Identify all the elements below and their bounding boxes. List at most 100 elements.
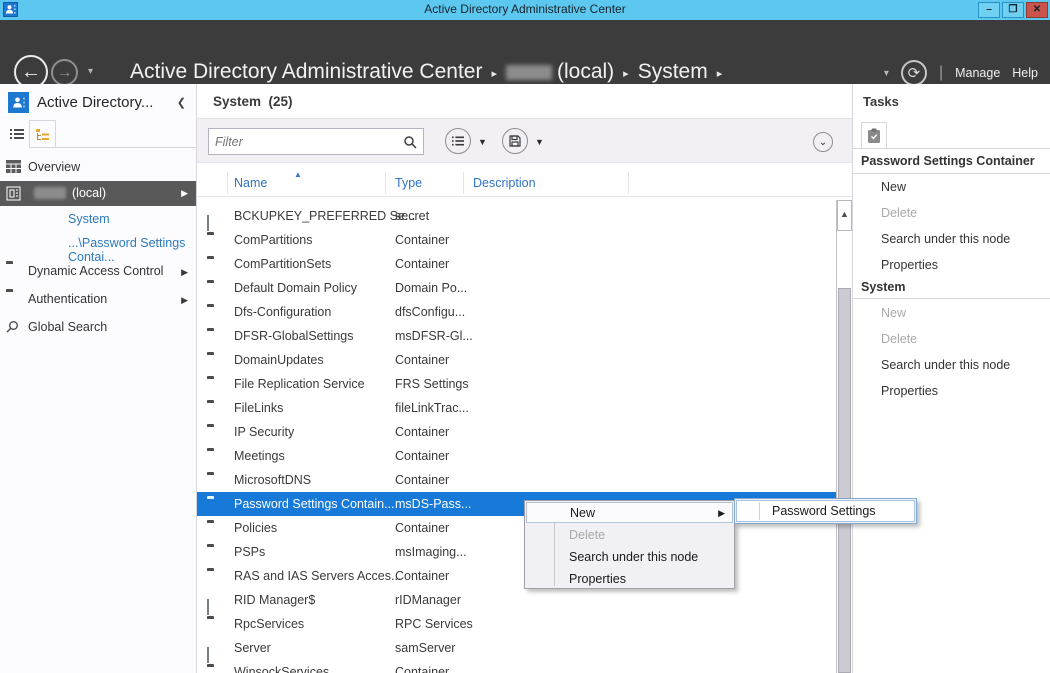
table-row[interactable]: MeetingsContainer <box>197 444 852 468</box>
list-view-tab[interactable] <box>6 123 28 145</box>
context-menu: New ▶ Delete Search under this node Prop… <box>524 500 735 589</box>
table-row[interactable]: MicrosoftDNSContainer <box>197 468 852 492</box>
submenu-arrow-icon: ▶ <box>718 503 725 523</box>
save-query-caret-icon[interactable]: ▼ <box>535 137 544 147</box>
task-system-new: New <box>881 306 906 320</box>
sidebar-title: Active Directory... <box>37 94 153 111</box>
submenu-item-password-settings[interactable]: Password Settings <box>736 500 915 522</box>
sidebar-item-label: Dynamic Access Control <box>28 258 163 284</box>
forward-button[interactable]: → <box>51 59 78 86</box>
view-options-caret-icon[interactable]: ▼ <box>478 137 487 147</box>
context-menu-item-properties[interactable]: Properties <box>526 568 733 590</box>
sidebar-item-label: Overview <box>28 154 80 180</box>
sidebar-item-authentication[interactable]: Authentication ▶ <box>0 286 196 312</box>
window-title: Active Directory Administrative Center <box>0 2 1050 16</box>
breadcrumb-separator-icon: ▸ <box>491 67 497 80</box>
help-menu[interactable]: Help <box>1012 66 1038 80</box>
context-submenu: Password Settings <box>734 498 917 524</box>
vertical-scrollbar[interactable]: ▲ <box>836 200 852 673</box>
context-menu-item-delete: Delete <box>526 524 733 546</box>
tabs-divider <box>29 147 196 148</box>
task-system-search[interactable]: Search under this node <box>881 358 1010 372</box>
scrollbar-thumb[interactable] <box>838 288 851 673</box>
expand-arrow-icon[interactable]: ▶ <box>181 181 188 206</box>
object-list: BCKUPKEY_PREFERRED Se...secret ComPartit… <box>197 204 852 673</box>
redacted-domain-name <box>506 65 552 80</box>
active-directory-icon <box>8 92 29 113</box>
table-row[interactable]: File Replication ServiceFRS Settings <box>197 372 852 396</box>
navigation-sidebar: Active Directory... ❮ Overview (local) ▶ <box>0 84 197 673</box>
breadcrumb-separator-icon: ▸ <box>623 67 629 80</box>
tree-view-tab[interactable] <box>29 120 56 148</box>
breadcrumb-node[interactable]: System <box>638 60 708 84</box>
history-dropdown-icon[interactable]: ▾ <box>88 66 93 77</box>
table-row[interactable]: RID Manager$rIDManager <box>197 588 852 612</box>
domain-icon <box>6 186 21 201</box>
task-psc-search[interactable]: Search under this node <box>881 232 1010 246</box>
context-menu-item-new[interactable]: New ▶ <box>526 502 733 523</box>
task-system-delete: Delete <box>881 332 917 346</box>
menu-gutter-divider <box>759 502 760 520</box>
table-row[interactable]: ServersamServer <box>197 636 852 660</box>
title-bar: Active Directory Administrative Center –… <box>0 0 1050 20</box>
breadcrumb: Active Directory Administrative Center ▸… <box>130 60 731 84</box>
expand-arrow-icon[interactable]: ▶ <box>181 259 188 285</box>
search-icon <box>6 320 19 333</box>
minimize-button[interactable]: – <box>978 2 1000 18</box>
collapse-sidebar-icon[interactable]: ❮ <box>177 96 186 109</box>
close-button[interactable]: ✕ <box>1026 2 1048 18</box>
restore-button[interactable]: ❐ <box>1002 2 1024 18</box>
toolbar-divider: | <box>939 64 943 82</box>
breadcrumb-root[interactable]: Active Directory Administrative Center <box>130 60 482 84</box>
breadcrumb-domain[interactable]: (local) <box>557 60 614 84</box>
table-row[interactable]: IP SecurityContainer <box>197 420 852 444</box>
filter-inputbox[interactable] <box>208 128 424 155</box>
filter-toolbar: ▼ ▼ ⌄ <box>197 118 852 163</box>
table-row[interactable]: BCKUPKEY_PREFERRED Se...secret <box>197 204 852 228</box>
tasks-section-title: System <box>861 280 905 294</box>
filter-input[interactable] <box>215 132 395 151</box>
table-row[interactable]: DomainUpdatesContainer <box>197 348 852 372</box>
task-system-properties[interactable]: Properties <box>881 384 938 398</box>
sidebar-item-global-search[interactable]: Global Search <box>0 314 196 340</box>
sidebar-item-system[interactable]: System <box>68 212 110 226</box>
refresh-icon[interactable]: ⟳ <box>901 60 927 86</box>
page-title: System (25) <box>213 94 293 109</box>
column-header-name[interactable]: Name <box>234 176 267 190</box>
column-header-description[interactable]: Description <box>473 176 536 190</box>
view-options-icon[interactable] <box>445 128 471 154</box>
table-row[interactable]: FileLinksfileLinkTrac... <box>197 396 852 420</box>
clipboard-icon[interactable] <box>861 122 887 148</box>
table-row[interactable]: Dfs-ConfigurationdfsConfigu... <box>197 300 852 324</box>
sidebar-item-domain[interactable]: (local) ▶ <box>0 181 196 206</box>
save-query-icon[interactable] <box>502 128 528 154</box>
context-menu-item-search[interactable]: Search under this node <box>526 546 733 568</box>
sidebar-item-overview[interactable]: Overview <box>0 154 196 180</box>
table-row[interactable]: RpcServicesRPC Services <box>197 612 852 636</box>
task-psc-properties[interactable]: Properties <box>881 258 938 272</box>
task-psc-delete: Delete <box>881 206 917 220</box>
table-row[interactable]: DFSR-GlobalSettingsmsDFSR-Gl... <box>197 324 852 348</box>
collapse-filter-chevron-icon[interactable]: ⌄ <box>813 132 833 152</box>
breadcrumb-separator-icon: ▸ <box>717 67 723 80</box>
tasks-pane: Tasks Password Settings Container New De… <box>852 84 1050 673</box>
scroll-up-icon[interactable]: ▲ <box>837 200 852 231</box>
sidebar-item-label: Global Search <box>28 314 107 340</box>
table-row[interactable]: ComPartitionsContainer <box>197 228 852 252</box>
sidebar-item-label: Authentication <box>28 286 107 312</box>
column-header-type[interactable]: Type <box>395 176 422 190</box>
table-row[interactable]: WinsockServicesContainer <box>197 660 852 673</box>
item-count: (25) <box>269 94 293 109</box>
task-psc-new[interactable]: New <box>881 180 906 194</box>
tasks-section-title: Password Settings Container <box>861 154 1035 168</box>
expand-arrow-icon[interactable]: ▶ <box>181 287 188 313</box>
search-icon[interactable] <box>403 135 417 149</box>
breadcrumb-dropdown-icon[interactable]: ▾ <box>884 68 889 79</box>
table-row[interactable]: Default Domain PolicyDomain Po... <box>197 276 852 300</box>
sort-ascending-icon: ▲ <box>294 170 302 179</box>
manage-menu[interactable]: Manage <box>955 66 1000 80</box>
redacted-domain-name <box>34 187 66 199</box>
sidebar-item-dynamic-access-control[interactable]: Dynamic Access Control ▶ <box>0 258 196 284</box>
table-row[interactable]: ComPartitionSetsContainer <box>197 252 852 276</box>
navigation-bar: ← → ▾ Active Directory Administrative Ce… <box>0 20 1050 84</box>
